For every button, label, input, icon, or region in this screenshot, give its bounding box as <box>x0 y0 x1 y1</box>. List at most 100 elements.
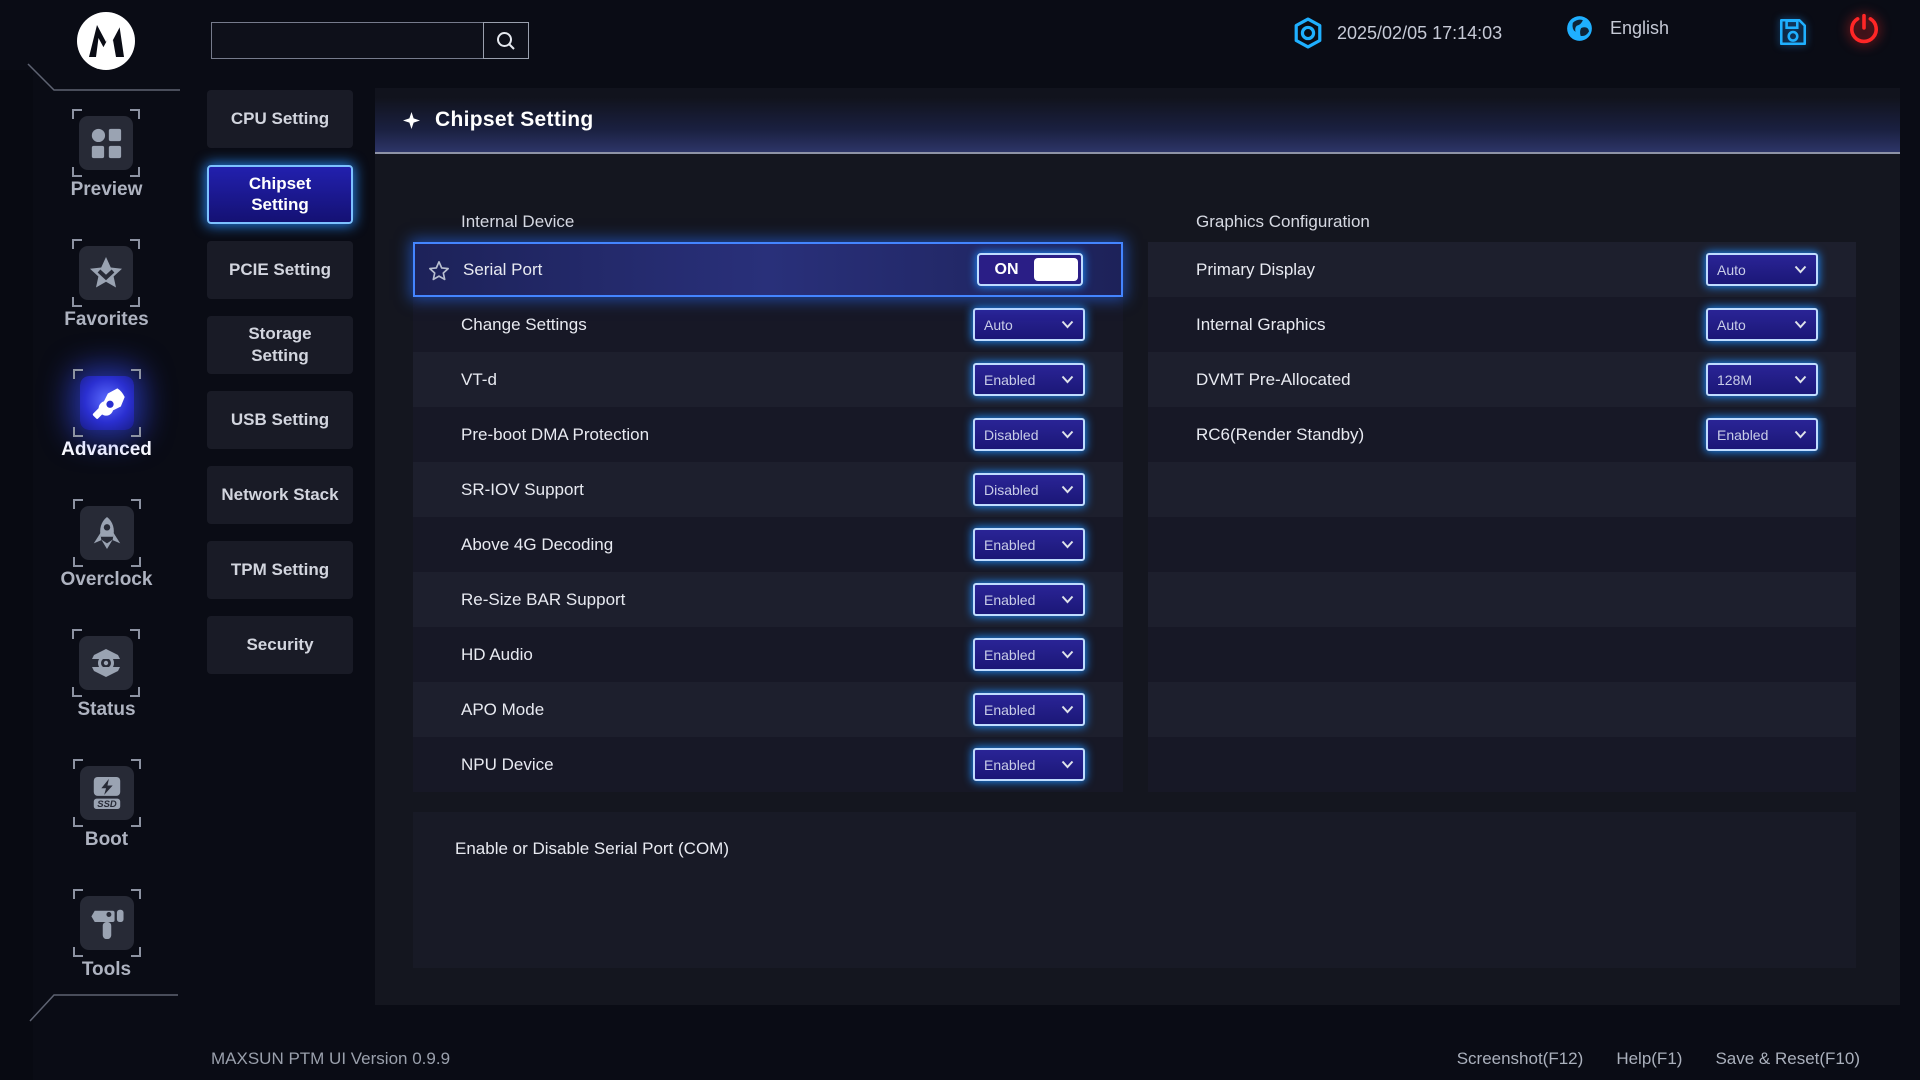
diamond-icon <box>403 112 420 129</box>
main-panel: Chipset Setting Internal Device Serial P… <box>375 88 1900 1005</box>
dvmt-preallocated-dropdown[interactable]: 128M <box>1706 363 1818 396</box>
sidebar-item-advanced[interactable]: Advanced <box>61 376 152 461</box>
grid-icon <box>89 126 123 160</box>
hammer-icon <box>90 905 124 941</box>
setting-row-serial-port[interactable]: Serial Port ON <box>413 242 1123 297</box>
chevron-down-icon <box>1794 430 1807 439</box>
setting-row-apo-mode[interactable]: APO Mode Enabled <box>413 682 1123 737</box>
sidebar-label: Preview <box>71 179 143 201</box>
nav-chipset-setting[interactable]: Chipset Setting <box>207 165 353 224</box>
language-label[interactable]: English <box>1610 18 1669 39</box>
chevron-down-icon <box>1061 760 1074 769</box>
setting-row-sr-iov[interactable]: SR-IOV Support Disabled <box>413 462 1123 517</box>
help-hotkey[interactable]: Help(F1) <box>1616 1049 1682 1069</box>
maxsun-logo-icon <box>76 11 136 71</box>
sidebar-item-overclock[interactable]: Overclock <box>61 506 153 591</box>
setting-row-rc6[interactable]: RC6(Render Standby) Enabled <box>1148 407 1856 462</box>
setting-row-change-settings[interactable]: Change Settings Auto <box>413 297 1123 352</box>
save-icon[interactable] <box>1777 16 1809 48</box>
nav-usb-setting[interactable]: USB Setting <box>207 391 353 449</box>
setting-label: Change Settings <box>461 315 973 335</box>
power-icon[interactable] <box>1847 13 1881 47</box>
setting-row-above-4g[interactable]: Above 4G Decoding Enabled <box>413 517 1123 572</box>
version-text: MAXSUN PTM UI Version 0.9.9 <box>211 1049 450 1069</box>
search-input[interactable] <box>211 22 483 59</box>
panel-header: Chipset Setting <box>375 88 1900 154</box>
section-title-graphics-configuration: Graphics Configuration <box>1148 200 1856 242</box>
toggle-knob <box>1034 258 1078 281</box>
rc6-dropdown[interactable]: Enabled <box>1706 418 1818 451</box>
datetime-text: 2025/02/05 17:14:03 <box>1337 23 1502 44</box>
resize-bar-dropdown[interactable]: Enabled <box>973 583 1085 616</box>
sidebar-label: Boot <box>85 829 128 851</box>
nav-security[interactable]: Security <box>207 616 353 674</box>
sidebar-label: Tools <box>82 959 131 981</box>
gauge-icon <box>88 646 124 680</box>
setting-row-preboot-dma[interactable]: Pre-boot DMA Protection Disabled <box>413 407 1123 462</box>
chevron-down-icon <box>1794 320 1807 329</box>
setting-row-primary-display[interactable]: Primary Display Auto <box>1148 242 1856 297</box>
hd-audio-dropdown[interactable]: Enabled <box>973 638 1085 671</box>
setting-row-dvmt-preallocated[interactable]: DVMT Pre-Allocated 128M <box>1148 352 1856 407</box>
vt-d-dropdown[interactable]: Enabled <box>973 363 1085 396</box>
page-title: Chipset Setting <box>435 108 594 132</box>
internal-graphics-dropdown[interactable]: Auto <box>1706 308 1818 341</box>
chevron-down-icon <box>1061 650 1074 659</box>
sidebar-label: Favorites <box>64 309 148 331</box>
sidebar-item-tools[interactable]: Tools <box>80 896 134 981</box>
nav-pcie-setting[interactable]: PCIE Setting <box>207 241 353 299</box>
help-text: Enable or Disable Serial Port (COM) <box>455 839 729 858</box>
serial-port-toggle[interactable]: ON <box>977 253 1083 286</box>
setting-label: NPU Device <box>461 755 973 775</box>
rocket-icon <box>90 515 124 551</box>
toggle-state-label: ON <box>979 261 1034 279</box>
preboot-dma-dropdown[interactable]: Disabled <box>973 418 1085 451</box>
setting-row-npu-device[interactable]: NPU Device Enabled <box>413 737 1123 792</box>
ssd-icon: SSD <box>90 775 124 811</box>
clock-group: 2025/02/05 17:14:03 <box>1293 16 1502 50</box>
nav-storage-setting[interactable]: Storage Setting <box>207 316 353 374</box>
nav-network-stack[interactable]: Network Stack <box>207 466 353 524</box>
setting-label: DVMT Pre-Allocated <box>1196 370 1706 390</box>
setting-label: RC6(Render Standby) <box>1196 425 1706 445</box>
empty-row <box>1148 627 1856 682</box>
setting-row-vt-d[interactable]: VT-d Enabled <box>413 352 1123 407</box>
sidebar-item-status[interactable]: Status <box>77 636 135 721</box>
empty-row <box>1148 737 1856 792</box>
empty-row <box>1148 682 1856 737</box>
setting-row-internal-graphics[interactable]: Internal Graphics Auto <box>1148 297 1856 352</box>
setting-label: VT-d <box>461 370 973 390</box>
setting-row-resize-bar[interactable]: Re-Size BAR Support Enabled <box>413 572 1123 627</box>
top-bar: 2025/02/05 17:14:03 English <box>0 0 1920 70</box>
setting-label: SR-IOV Support <box>461 480 973 500</box>
chevron-down-icon <box>1061 320 1074 329</box>
sr-iov-dropdown[interactable]: Disabled <box>973 473 1085 506</box>
sidebar-item-favorites[interactable]: Favorites <box>64 246 148 331</box>
save-reset-hotkey[interactable]: Save & Reset(F10) <box>1715 1049 1860 1069</box>
setting-row-hd-audio[interactable]: HD Audio Enabled <box>413 627 1123 682</box>
sidebar-label: Overclock <box>61 569 153 591</box>
setting-label: HD Audio <box>461 645 973 665</box>
apo-mode-dropdown[interactable]: Enabled <box>973 693 1085 726</box>
screenshot-hotkey[interactable]: Screenshot(F12) <box>1457 1049 1584 1069</box>
change-settings-dropdown[interactable]: Auto <box>973 308 1085 341</box>
chevron-down-icon <box>1794 375 1807 384</box>
chevron-down-icon <box>1061 485 1074 494</box>
nav-tpm-setting[interactable]: TPM Setting <box>207 541 353 599</box>
search-button[interactable] <box>483 22 529 59</box>
language-selector[interactable]: English <box>1566 15 1669 42</box>
star-icon <box>88 256 124 290</box>
primary-display-dropdown[interactable]: Auto <box>1706 253 1818 286</box>
internal-device-section: Internal Device Serial Port ON Change Se… <box>413 200 1123 792</box>
nav-cpu-setting[interactable]: CPU Setting <box>207 90 353 148</box>
sidebar-item-preview[interactable]: Preview <box>71 116 143 201</box>
sidebar-item-boot[interactable]: SSD Boot <box>80 766 134 851</box>
wrench-icon <box>88 384 126 422</box>
npu-device-dropdown[interactable]: Enabled <box>973 748 1085 781</box>
sidebar-label: Status <box>77 699 135 721</box>
above-4g-dropdown[interactable]: Enabled <box>973 528 1085 561</box>
favorite-star-icon[interactable] <box>428 260 450 282</box>
help-description-box: Enable or Disable Serial Port (COM) <box>413 812 1856 968</box>
setting-label: Above 4G Decoding <box>461 535 973 555</box>
search-icon <box>495 30 517 52</box>
